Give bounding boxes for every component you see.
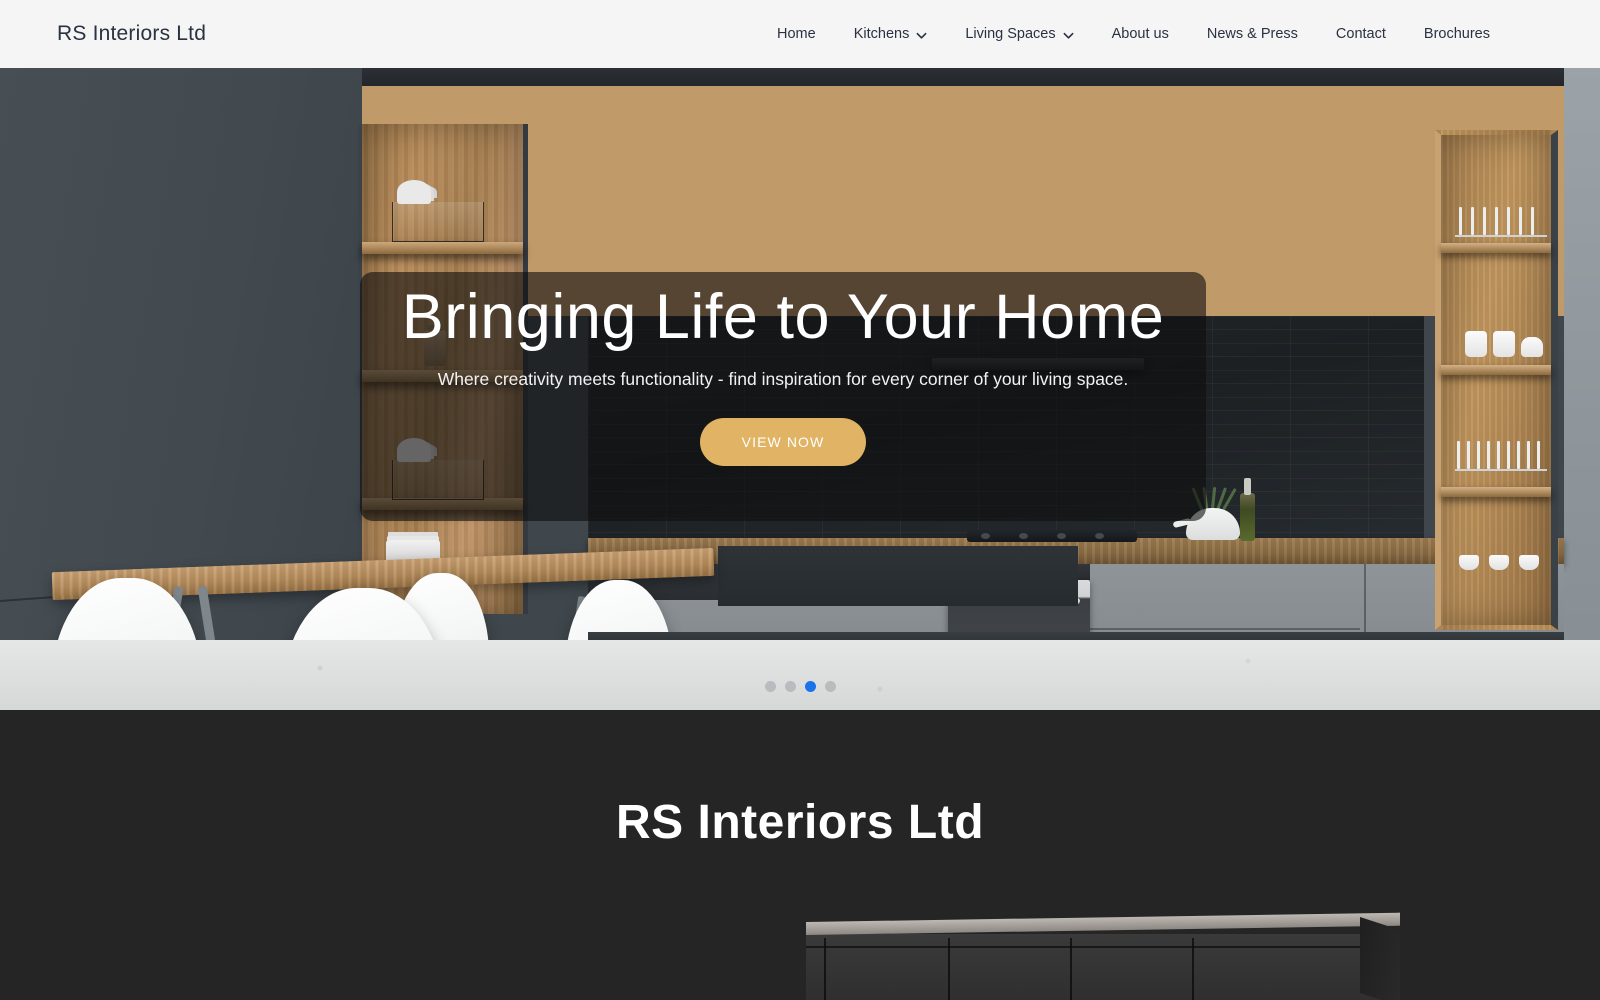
counter-seam [824,938,826,1000]
counter-seam [948,938,950,1000]
nav-item-kitchens[interactable]: Kitchens [835,26,947,42]
drawer-line [1060,628,1360,630]
shelf-board [1441,487,1551,497]
view-now-button[interactable]: VIEW NOW [699,417,867,466]
scene-cabinet-top-trim [362,68,1564,86]
nav-label: Kitchens [853,26,910,42]
hero-subtitle: Where creativity meets functionality - f… [437,368,1129,389]
ceramic-mugs [1459,555,1549,575]
nav-label: Brochures [1423,26,1490,42]
counter-seam [1070,938,1072,1000]
nav-label: Home [777,26,816,42]
scene-oil-bottle [1240,478,1255,541]
nav-item-news-press[interactable]: News & Press [1188,26,1317,42]
scene-gas-hob [967,530,1137,542]
nav-item-home[interactable]: Home [758,26,835,42]
plate-rack [1455,201,1547,237]
scene-background-cabinet [718,546,1078,606]
section-title: RS Interiors Ltd [615,796,985,849]
dark-kitchen-image [806,912,1400,1000]
hero-overlay-card: Bringing Life to Your Home Where creativ… [360,272,1206,521]
carousel-dots [0,681,1600,692]
shelf-board [1441,365,1551,375]
scene-floor [0,640,1600,710]
shelf-board [362,242,523,254]
counter-seam [1192,938,1194,1000]
nav-item-brochures[interactable]: Brochures [1405,26,1490,42]
nav-item-living-spaces[interactable]: Living Spaces [946,26,1092,42]
shelf-board [1441,243,1551,253]
nav-label: About us [1111,26,1169,42]
brand-logo[interactable]: RS Interiors Ltd [57,22,206,46]
carousel-dot-3[interactable] [804,681,816,692]
nav-label: News & Press [1206,26,1298,42]
carousel-dot-2[interactable] [784,681,796,692]
brand-section: RS Interiors Ltd [0,710,1600,1000]
scene-right-wall [1564,68,1600,710]
plate-rack [1455,435,1547,471]
nav-item-contact[interactable]: Contact [1317,26,1405,42]
carousel-dot-1[interactable] [764,681,776,692]
site-header: RS Interiors Ltd Home Kitchens Living Sp… [0,0,1600,68]
dish-rack [392,180,484,242]
carousel-dot-4[interactable] [824,681,836,692]
chevron-down-icon [1063,30,1074,41]
counter-line [806,946,1400,948]
nav-item-about-us[interactable]: About us [1093,26,1188,42]
dark-counter [806,934,1400,1000]
ceramic-canisters [1465,327,1551,357]
nav-label: Contact [1335,26,1386,42]
main-navigation: Home Kitchens Living Spaces About us New… [758,26,1490,42]
hero-title: Bringing Life to Your Home [401,282,1165,352]
dark-counter-side [1360,917,1400,1000]
scene-tall-shelving-unit [1435,130,1558,630]
hero-carousel: Bringing Life to Your Home Where creativ… [0,68,1600,710]
nav-label: Living Spaces [965,26,1056,42]
chevron-down-icon [916,30,927,41]
